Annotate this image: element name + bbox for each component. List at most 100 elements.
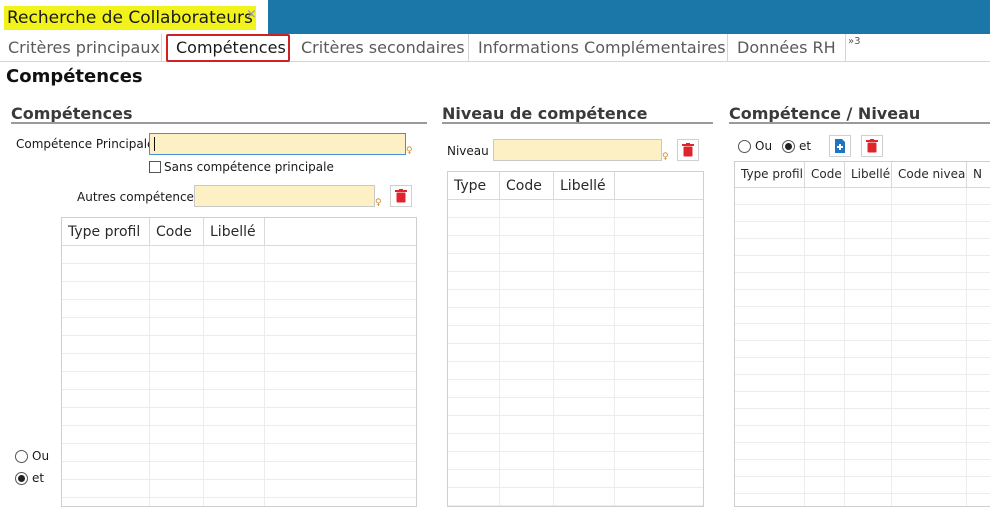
table-row[interactable] — [735, 392, 990, 409]
lookup-marker-icon[interactable]: ♀ — [406, 146, 413, 156]
table-row[interactable] — [62, 282, 416, 300]
table-cell — [892, 188, 967, 205]
column-header[interactable]: Code — [805, 162, 845, 187]
table-row[interactable] — [62, 246, 416, 264]
table-row[interactable] — [448, 434, 703, 452]
table-row[interactable] — [448, 470, 703, 488]
tab-criteres-principaux[interactable]: Critères principaux — [0, 34, 162, 62]
table-row[interactable] — [735, 460, 990, 477]
table-cell — [500, 308, 554, 326]
column-header[interactable]: Type — [448, 172, 500, 199]
comp-niveau-grid[interactable]: Type profil Code Libellé Code niveau N — [734, 161, 990, 507]
table-row[interactable] — [735, 324, 990, 341]
document-tab[interactable]: Recherche de Collaborateurs × — [0, 0, 268, 34]
table-row[interactable] — [735, 341, 990, 358]
radio-et-2[interactable]: et — [782, 139, 811, 153]
tab-donnees-rh[interactable]: Données RH — [729, 34, 846, 62]
column-header[interactable]: Code niveau — [892, 162, 967, 187]
table-row[interactable] — [735, 307, 990, 324]
radio-et[interactable]: et — [15, 471, 44, 485]
table-row[interactable] — [448, 272, 703, 290]
table-row[interactable] — [735, 273, 990, 290]
table-cell — [805, 290, 845, 307]
table-row[interactable] — [62, 408, 416, 426]
niveau-input[interactable] — [493, 139, 662, 161]
table-row[interactable] — [735, 222, 990, 239]
column-header[interactable]: Libellé — [554, 172, 615, 199]
radio-ou[interactable]: Ou — [15, 449, 49, 463]
table-row[interactable] — [735, 188, 990, 205]
table-row[interactable] — [448, 218, 703, 236]
table-row[interactable] — [448, 254, 703, 272]
table-row[interactable] — [62, 444, 416, 462]
more-tabs-button[interactable]: »3 — [848, 36, 860, 48]
table-row[interactable] — [735, 426, 990, 443]
table-cell — [735, 460, 805, 477]
table-row[interactable] — [448, 452, 703, 470]
table-row[interactable] — [448, 362, 703, 380]
table-cell — [204, 372, 265, 390]
radio-ou-circle[interactable] — [738, 139, 751, 153]
table-row[interactable] — [735, 205, 990, 222]
sans-competence-checkbox[interactable] — [149, 161, 161, 173]
table-row[interactable] — [735, 239, 990, 256]
column-header[interactable]: Code — [150, 218, 204, 245]
niveau-grid[interactable]: Type Code Libellé — [447, 171, 704, 507]
table-row[interactable] — [448, 290, 703, 308]
table-row[interactable] — [735, 477, 990, 494]
table-row[interactable] — [735, 358, 990, 375]
radio-ou-circle[interactable] — [15, 449, 28, 463]
table-row[interactable] — [62, 372, 416, 390]
table-row[interactable] — [62, 264, 416, 282]
table-row[interactable] — [448, 308, 703, 326]
table-row[interactable] — [735, 256, 990, 273]
table-row[interactable] — [62, 300, 416, 318]
autres-competences-input[interactable] — [194, 185, 375, 207]
table-row[interactable] — [62, 318, 416, 336]
lookup-marker-icon[interactable]: ♀ — [375, 198, 382, 208]
competences-grid[interactable]: Type profil Code Libellé — [61, 217, 417, 507]
column-header[interactable]: Type profil — [735, 162, 805, 187]
delete-niveau-button[interactable] — [677, 139, 699, 161]
column-header[interactable]: N — [967, 162, 990, 187]
delete-comp-niveau-button[interactable] — [861, 135, 883, 157]
radio-ou-2[interactable]: Ou — [738, 139, 772, 153]
table-cell — [845, 222, 892, 239]
table-row[interactable] — [735, 494, 990, 506]
table-row[interactable] — [448, 200, 703, 218]
add-comp-niveau-button[interactable] — [829, 135, 851, 157]
column-header[interactable]: Libellé — [845, 162, 892, 187]
table-cell — [735, 273, 805, 290]
column-header[interactable]: Type profil — [62, 218, 150, 245]
tab-criteres-secondaires[interactable]: Critères secondaires — [293, 34, 469, 62]
close-icon[interactable]: × — [246, 8, 257, 22]
table-row[interactable] — [448, 326, 703, 344]
table-row[interactable] — [448, 236, 703, 254]
table-row[interactable] — [62, 426, 416, 444]
table-row[interactable] — [62, 498, 416, 506]
table-row[interactable] — [448, 344, 703, 362]
table-row[interactable] — [62, 480, 416, 498]
table-row[interactable] — [735, 375, 990, 392]
delete-autres-button[interactable] — [390, 185, 412, 207]
competence-principale-input[interactable] — [149, 133, 406, 155]
tab-competences[interactable]: Compétences — [166, 34, 290, 62]
table-row[interactable] — [62, 390, 416, 408]
table-row[interactable] — [62, 354, 416, 372]
table-row[interactable] — [448, 398, 703, 416]
radio-et-circle[interactable] — [782, 139, 795, 153]
table-cell — [967, 494, 990, 506]
lookup-marker-icon[interactable]: ♀ — [662, 152, 669, 162]
table-row[interactable] — [448, 488, 703, 506]
table-row[interactable] — [62, 336, 416, 354]
table-row[interactable] — [448, 380, 703, 398]
table-row[interactable] — [735, 409, 990, 426]
column-header[interactable]: Libellé — [204, 218, 265, 245]
table-row[interactable] — [62, 462, 416, 480]
radio-et-circle[interactable] — [15, 471, 28, 485]
table-row[interactable] — [735, 443, 990, 460]
table-row[interactable] — [735, 290, 990, 307]
column-header[interactable]: Code — [500, 172, 554, 199]
tab-informations-complementaires[interactable]: Informations Complémentaires — [470, 34, 728, 62]
table-row[interactable] — [448, 416, 703, 434]
